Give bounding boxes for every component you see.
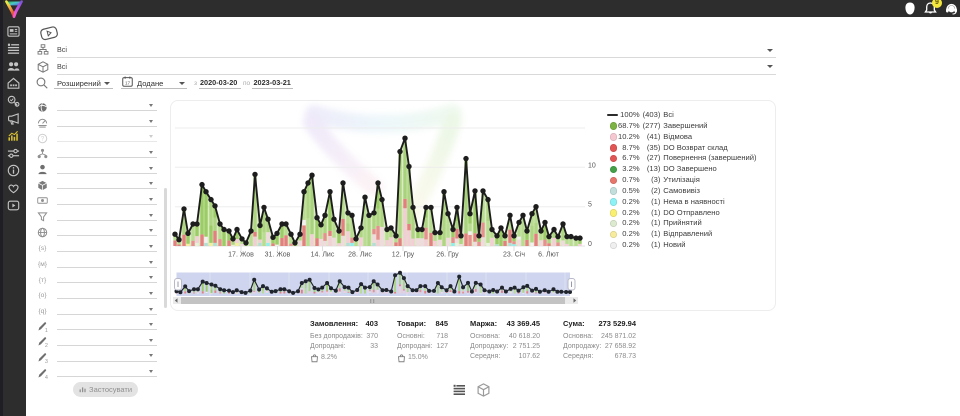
svg-text:0: 0 [588, 241, 592, 248]
svg-text:26. Гру: 26. Гру [436, 252, 459, 259]
svg-text:14. Лис: 14. Лис [311, 252, 335, 259]
svg-text:23. Січ: 23. Січ [503, 251, 525, 259]
svg-text:12. Гру: 12. Гру [392, 252, 415, 259]
svg-text:10: 10 [588, 162, 596, 169]
svg-text:6. Лют: 6. Лют [538, 252, 559, 259]
svg-text:31. Жов: 31. Жов [265, 252, 291, 259]
svg-text:5: 5 [588, 202, 592, 209]
svg-text:17. Жов: 17. Жов [228, 252, 254, 259]
svg-text:28. Лис: 28. Лис [348, 252, 372, 259]
